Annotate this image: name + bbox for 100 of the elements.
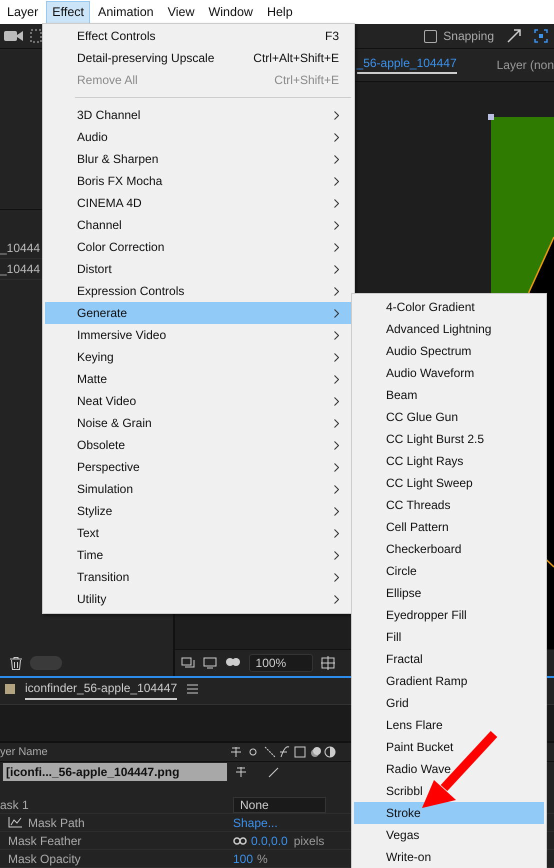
menu-item[interactable]: Ellipse [354,582,544,604]
menu-item[interactable]: CC Light Rays [354,450,544,472]
menu-item[interactable]: CC Light Burst 2.5 [354,428,544,450]
shy-icon[interactable] [235,766,247,778]
menu-item[interactable]: Effect Controls F3 [45,25,351,47]
menu-item[interactable]: Window [202,0,259,24]
menu-item[interactable]: Expression Controls [45,280,351,302]
comp-swatch [5,684,15,694]
menu-item[interactable]: Checkerboard [354,538,544,560]
menu-item[interactable]: Cell Pattern [354,516,544,538]
trash-icon[interactable] [10,656,22,670]
menu-item[interactable]: Blur & Sharpen [45,148,351,170]
viewer-tab[interactable]: Layer (non [496,58,554,72]
property-label: Mask Feather [8,834,82,848]
menu-item[interactable]: 3D Channel [45,104,351,126]
menu-item[interactable]: Color Correction [45,236,351,258]
menu-item[interactable]: Audio Waveform [354,362,544,384]
menu-item[interactable]: Boris FX Mocha [45,170,351,192]
selection-icon[interactable] [30,29,42,43]
snapping-checkbox[interactable] [424,30,438,42]
menu-icon[interactable] [187,684,198,694]
preview-icon[interactable] [180,657,195,669]
menu-item[interactable]: CINEMA 4D [45,192,351,214]
chevron-icon [334,594,339,604]
viewer-tab[interactable]: _56-apple_104447 [356,56,457,74]
chevron-icon [334,484,339,494]
mode-dropdown[interactable]: None [233,796,326,812]
chevron-icon [334,198,339,208]
property-value[interactable]: Shape... [233,816,278,830]
monitor-icon[interactable] [202,657,217,669]
menu-item[interactable]: Noise & Grain [45,412,351,434]
menu-item[interactable]: Audio [45,126,351,148]
menu-item[interactable]: View [162,0,200,24]
menu-item[interactable]: Beam [354,384,544,406]
menu-item[interactable]: Scribbl [354,780,544,802]
menu-item[interactable]: Obsolete [45,434,351,456]
chevron-icon [334,418,339,428]
menu-item[interactable]: Matte [45,368,351,390]
menu-item[interactable]: Help [260,0,299,24]
menu-item[interactable]: Stylize [45,500,351,522]
menu-item[interactable]: Paint Bucket [354,736,544,758]
link-icon[interactable] [233,836,247,846]
menu-item[interactable]: Layer [1,0,44,24]
menu-item[interactable]: Audio Spectrum [354,340,544,362]
menu-item[interactable]: Write-on [354,846,544,868]
chevron-icon [334,528,339,538]
unit-label: pixels [294,834,324,848]
menu-item[interactable]: Channel [45,214,351,236]
property-value[interactable]: 100 [233,852,254,866]
chevron-icon [334,110,339,120]
menu-item[interactable]: Grid [354,692,544,714]
menu-item[interactable]: Circle [354,560,544,582]
chevron-icon [334,242,339,252]
menu-item[interactable]: Neat Video [45,390,351,412]
graph-icon [8,817,22,828]
search-field[interactable] [30,656,62,670]
chevron-icon [334,154,339,164]
menu-item[interactable]: Radio Wave [354,758,544,780]
menu-item[interactable]: Advanced Lightning [354,318,544,340]
grid-icon[interactable] [320,656,335,670]
menu-item[interactable]: Perspective [45,456,351,478]
menu-item[interactable]: Generate [45,302,351,324]
menu-item[interactable]: Fill [354,626,544,648]
menu-item[interactable]: Animation [92,0,160,24]
menu-item[interactable]: CC Light Sweep [354,472,544,494]
menu-item[interactable]: Time [45,544,351,566]
chevron-icon [334,352,339,362]
quality-icon[interactable] [267,766,279,778]
expand-icon[interactable] [506,28,522,44]
menu-item[interactable]: Vegas [354,824,544,846]
menu-item[interactable]: Transition [45,566,351,588]
menu-item[interactable]: Fractal [354,648,544,670]
layer-name[interactable]: [iconfi..._56-apple_104447.png [3,763,227,781]
chevron-icon [334,374,339,384]
menu-item[interactable]: Gradient Ramp [354,670,544,692]
menu-item[interactable]: CC Glue Gun [354,406,544,428]
menu-item[interactable]: Eyedropper Fill [354,604,544,626]
menu-item[interactable]: Stroke [354,802,544,824]
menu-item[interactable]: CC Threads [354,494,544,516]
menu-item[interactable]: Utility [45,588,351,610]
zoom-dropdown[interactable]: 100% [248,654,313,672]
chevron-icon [334,264,339,274]
mask-icon[interactable] [224,657,241,669]
menu-item[interactable]: Distort [45,258,351,280]
menu-item[interactable]: Keying [45,346,351,368]
menu-item[interactable]: Effect [46,0,90,24]
unit-label: % [257,852,268,866]
property-value[interactable]: 0.0,0.0 [251,834,288,848]
menu-item[interactable]: Simulation [45,478,351,500]
chevron-icon [334,132,339,142]
menu-item[interactable]: Detail-preserving Upscale Ctrl+Alt+Shift+E [45,47,351,69]
snapping-label: Snapping [443,29,494,43]
menu-item[interactable]: Text [45,522,351,544]
chevron-icon [334,462,339,472]
timeline-tab[interactable]: iconfinder_56-apple_104447 [25,678,178,700]
menu-item[interactable]: 4-Color Gradient [354,296,544,318]
frame-icon[interactable] [534,29,548,43]
camera-icon[interactable] [4,29,24,43]
menu-item[interactable]: Lens Flare [354,714,544,736]
menu-item[interactable]: Immersive Video [45,324,351,346]
